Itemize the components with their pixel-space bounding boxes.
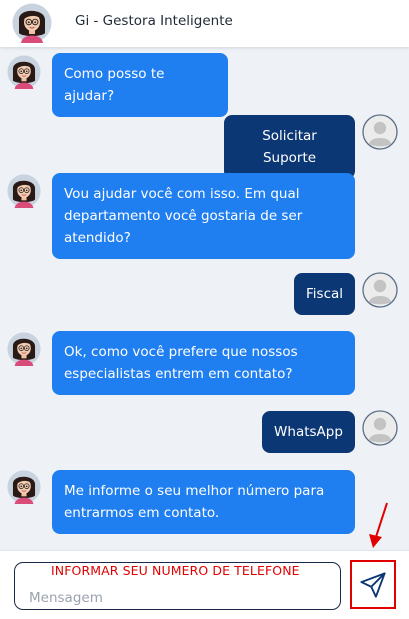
assistant-avatar-icon — [7, 332, 41, 366]
chat-title: Gi - Gestora Inteligente — [75, 13, 233, 29]
message-line: Fiscal — [306, 286, 344, 302]
message-line: Ok, como você prefere que nossos — [64, 344, 298, 360]
message-line: Solicitar Suporte — [262, 128, 317, 166]
annotation-arrow-icon — [369, 502, 388, 548]
bot-message: Como posso te ajudar? — [52, 53, 228, 117]
annotation-label: INFORMAR SEU NUMERO DE TELEFONE — [51, 563, 300, 578]
message-line: WhatsApp — [274, 424, 343, 440]
user-message: Fiscal — [294, 273, 355, 315]
user-message: Solicitar Suporte — [224, 115, 355, 179]
assistant-avatar-icon — [7, 174, 41, 208]
message-list[interactable]: Como posso te ajudar? Solicitar Suporte … — [0, 47, 409, 550]
user-avatar-icon — [362, 114, 398, 150]
user-message: WhatsApp — [262, 411, 355, 453]
message-line: entrarmos em contato. — [64, 505, 220, 521]
bot-message: Ok, como você prefere que nossos especia… — [52, 331, 355, 395]
message-line: departamento você gostaria de ser — [64, 208, 303, 224]
message-placeholder: Mensagem — [29, 590, 103, 606]
assistant-avatar-icon — [7, 55, 41, 89]
message-line: Como posso te ajudar? — [64, 66, 165, 104]
send-icon — [360, 571, 386, 598]
user-avatar-icon — [362, 272, 398, 308]
composer: Mensagem — [0, 550, 409, 619]
send-button[interactable] — [350, 560, 396, 609]
bot-message: Vou ajudar você com isso. Em qual depart… — [52, 173, 355, 259]
assistant-avatar-icon — [12, 3, 52, 43]
message-line: especialistas entrem em contato? — [64, 366, 293, 382]
bot-message: Me informe o seu melhor número para entr… — [52, 470, 355, 534]
message-line: Me informe o seu melhor número para — [64, 483, 325, 499]
message-line: atendido? — [64, 230, 131, 246]
message-line: Vou ajudar você com isso. Em qual — [64, 186, 300, 202]
assistant-avatar-icon — [7, 470, 41, 504]
user-avatar-icon — [362, 410, 398, 446]
chat-header: Gi - Gestora Inteligente — [0, 0, 409, 47]
